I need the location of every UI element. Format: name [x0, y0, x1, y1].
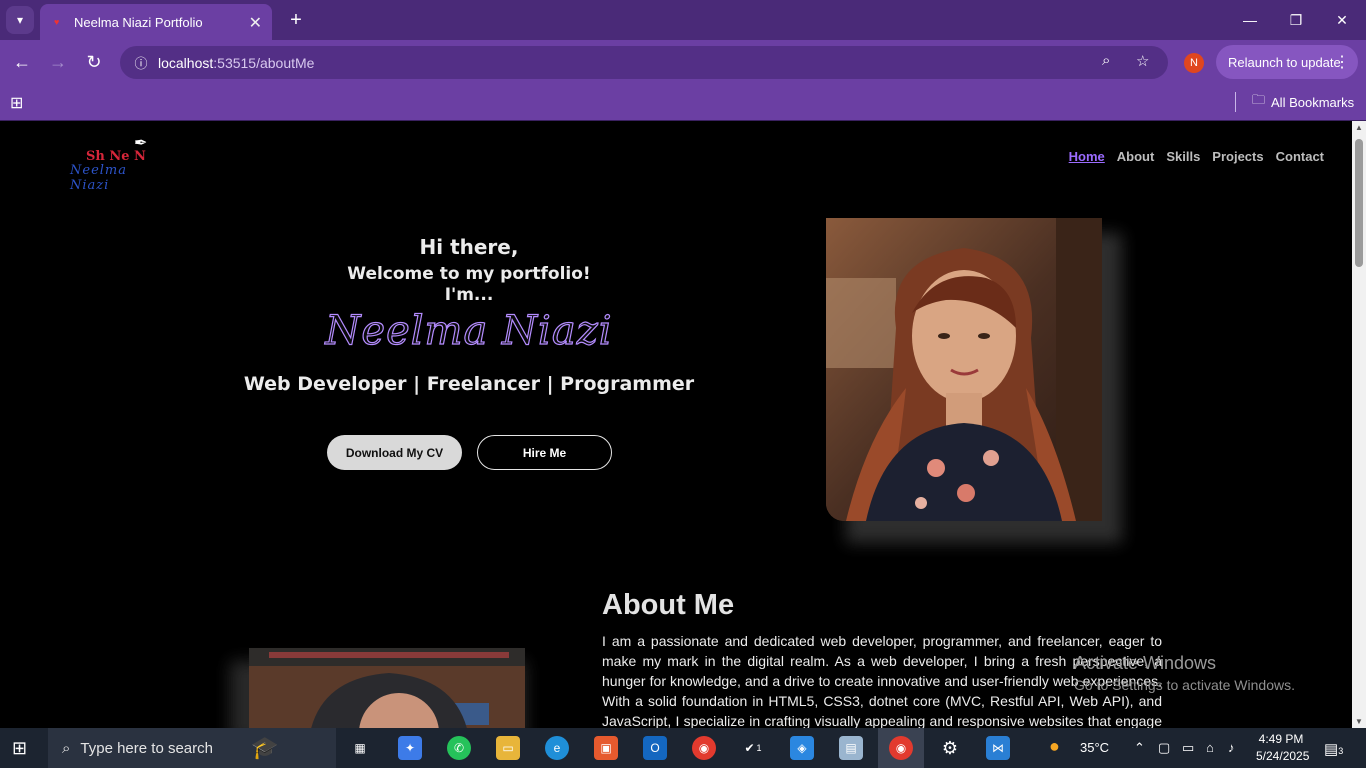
- windows-taskbar: ⊞ ⌕ Type here to search 🎓 ▦ ✦ ✆ ▭ e ▣ O …: [0, 728, 1366, 768]
- network-icon[interactable]: ⌂: [1206, 740, 1214, 755]
- notifications-count: 3: [1338, 746, 1344, 756]
- about-heading: About Me: [602, 589, 735, 621]
- hero-name-signature: Neelma Niazi: [325, 307, 613, 354]
- chrome-profile-icon[interactable]: ◉: [889, 736, 913, 760]
- logo-text-top: Sh Ne N: [86, 149, 146, 164]
- browser-tab-strip: ▾ ♥ Neelma Niazi Portfolio ✕ + — ❐ ✕: [0, 0, 1366, 40]
- minimize-button[interactable]: —: [1230, 6, 1270, 34]
- meet-now-icon[interactable]: ▢: [1158, 740, 1170, 756]
- browser-tab-active[interactable]: ♥ Neelma Niazi Portfolio ✕: [40, 4, 272, 40]
- restore-button[interactable]: ❐: [1276, 6, 1316, 34]
- about-photo: [249, 648, 525, 728]
- nav-link-home[interactable]: Home: [1069, 149, 1105, 164]
- scroll-up-icon[interactable]: ▲: [1355, 123, 1363, 132]
- download-cv-button[interactable]: Download My CV: [327, 435, 462, 470]
- logo-text-signature: Neelma Niazi: [70, 163, 127, 193]
- favicon-icon: ♥: [54, 17, 60, 27]
- windows-start-icon[interactable]: ⊞: [12, 738, 34, 760]
- weather-temperature[interactable]: 35°C: [1080, 740, 1109, 755]
- weather-sun-icon[interactable]: ●: [1049, 736, 1060, 757]
- settings-gear-icon[interactable]: ⚙: [938, 736, 962, 760]
- watermark-subtitle: Go to Settings to activate Windows.: [1074, 677, 1295, 693]
- address-bar[interactable]: ⓘ localhost:53515/aboutMe ⌕ ☆: [120, 46, 1168, 79]
- watermark-title: Activate Windows: [1074, 653, 1217, 673]
- bookmarks-bar: ⊞ 🗀 All Bookmarks: [0, 85, 1366, 121]
- file-explorer-icon[interactable]: ▭: [496, 736, 520, 760]
- menu-dots-icon[interactable]: ⋮: [1334, 52, 1350, 72]
- store-icon[interactable]: ▣: [594, 736, 618, 760]
- hero-section: Hi there, Welcome to my portfolio! I'm..…: [240, 233, 698, 395]
- all-bookmarks-button[interactable]: 🗀 All Bookmarks: [1252, 91, 1354, 113]
- hero-im: I'm...: [444, 285, 494, 305]
- notifications-icon[interactable]: ▤3: [1324, 740, 1343, 758]
- url-path: :53515/aboutMe: [213, 54, 315, 71]
- clock-date: 5/24/2025: [1256, 749, 1310, 763]
- todo-badge: 1: [756, 743, 762, 753]
- bookmark-star-icon[interactable]: ☆: [1136, 52, 1149, 70]
- apps-grid-icon[interactable]: ⊞: [10, 93, 30, 113]
- scroll-down-icon[interactable]: ▼: [1355, 717, 1363, 726]
- web-page: ✒ Sh Ne N Neelma Niazi Home About Skills…: [0, 121, 1352, 728]
- copilot-icon[interactable]: ✦: [398, 736, 422, 760]
- profile-photo: [826, 218, 1102, 521]
- about-photo-illustration: [249, 648, 525, 728]
- battery-icon[interactable]: ▭: [1182, 740, 1194, 756]
- back-button[interactable]: ←: [8, 48, 36, 76]
- close-tab-icon[interactable]: ✕: [249, 13, 262, 33]
- tab-search-button[interactable]: ▾: [6, 6, 34, 34]
- vscode-icon[interactable]: ⋈: [986, 736, 1010, 760]
- profile-avatar[interactable]: N: [1184, 53, 1204, 73]
- all-bookmarks-label: All Bookmarks: [1271, 94, 1355, 110]
- outlook-icon[interactable]: O: [643, 736, 667, 760]
- task-view-icon[interactable]: ▦: [348, 736, 372, 760]
- url-host: localhost: [158, 54, 214, 71]
- nav-link-projects[interactable]: Projects: [1212, 149, 1263, 164]
- taskbar-search-placeholder: Type here to search: [80, 739, 213, 757]
- notes-icon[interactable]: ▤: [839, 736, 863, 760]
- nav-link-contact[interactable]: Contact: [1276, 149, 1324, 164]
- nav-link-skills[interactable]: Skills: [1166, 149, 1200, 164]
- relaunch-button[interactable]: Relaunch to update ⋮: [1216, 45, 1358, 79]
- hire-me-button[interactable]: Hire Me: [477, 435, 612, 470]
- todo-icon[interactable]: ✔ 1: [741, 736, 765, 760]
- nav-link-about[interactable]: About: [1117, 149, 1155, 164]
- chrome-icon[interactable]: ◉: [692, 736, 716, 760]
- vpn-shield-icon[interactable]: ◈: [790, 736, 814, 760]
- zoom-icon[interactable]: ⌕: [1102, 52, 1110, 69]
- relaunch-label: Relaunch to update: [1228, 54, 1341, 70]
- whatsapp-icon[interactable]: ✆: [447, 736, 471, 760]
- chevron-down-icon: ▾: [16, 13, 24, 27]
- volume-icon[interactable]: ♪: [1228, 740, 1235, 755]
- site-logo[interactable]: ✒ Sh Ne N Neelma Niazi: [68, 133, 164, 193]
- taskbar-search-box[interactable]: ⌕ Type here to search 🎓: [48, 728, 336, 768]
- reload-button[interactable]: ↻: [80, 48, 108, 76]
- hero-greeting: Hi there,: [419, 235, 519, 259]
- hero-buttons: Download My CV Hire Me: [327, 435, 612, 470]
- new-tab-button[interactable]: +: [282, 6, 310, 34]
- browser-toolbar: ← → ↻ ⓘ localhost:53515/aboutMe ⌕ ☆: [0, 40, 1366, 85]
- search-icon: ⌕: [62, 739, 71, 757]
- tray-chevron-up-icon[interactable]: ⌃: [1134, 740, 1145, 756]
- tab-title: Neelma Niazi Portfolio: [74, 14, 203, 30]
- edge-icon[interactable]: e: [545, 736, 569, 760]
- taskbar-clock[interactable]: 4:49 PM 5/24/2025: [1256, 731, 1310, 765]
- clock-time: 4:49 PM: [1258, 732, 1304, 746]
- profile-photo-illustration: [826, 218, 1102, 521]
- forward-button[interactable]: →: [44, 48, 72, 76]
- site-nav: Home About Skills Projects Contact: [1069, 149, 1324, 164]
- folder-icon: 🗀: [1252, 92, 1266, 107]
- hero-welcome: Welcome to my portfolio!: [347, 264, 591, 284]
- bookmarks-divider: [1235, 92, 1236, 112]
- site-info-icon[interactable]: ⓘ: [124, 53, 158, 72]
- activate-windows-watermark: Activate Windows Go to Settings to activ…: [1074, 652, 1295, 696]
- page-scrollbar[interactable]: ▲ ▼: [1352, 121, 1366, 728]
- graduation-cap-icon: 🎓: [250, 735, 279, 760]
- close-window-button[interactable]: ✕: [1322, 6, 1362, 34]
- scrollbar-thumb[interactable]: [1355, 139, 1363, 267]
- hero-roles: Web Developer | Freelancer | Programmer: [243, 373, 695, 395]
